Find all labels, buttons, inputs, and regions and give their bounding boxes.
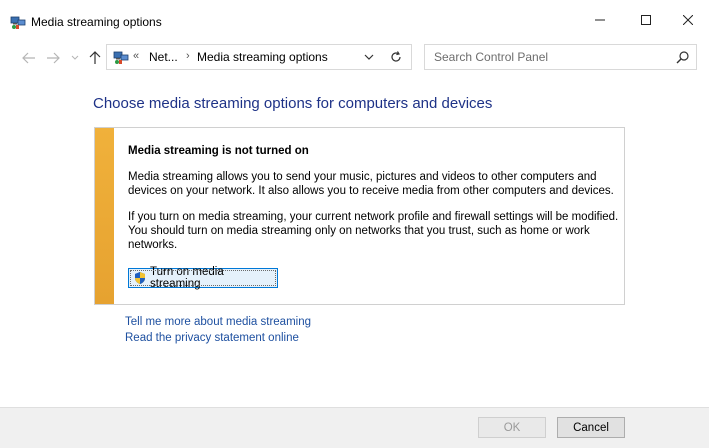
minimize-icon — [595, 19, 605, 21]
link-learn-more[interactable]: Tell me more about media streaming — [125, 316, 311, 328]
breadcrumb-current[interactable]: Media streaming options — [197, 50, 328, 64]
maximize-button[interactable] — [623, 0, 669, 40]
back-button[interactable] — [22, 51, 36, 65]
recent-locations-button[interactable] — [68, 51, 82, 65]
uac-shield-icon — [133, 271, 147, 285]
panel-title: Media streaming is not turned on — [128, 145, 309, 157]
turn-on-label: Turn on media streaming — [150, 266, 224, 290]
breadcrumb-overflow[interactable]: « — [133, 50, 139, 62]
search-icon[interactable] — [676, 50, 690, 64]
close-button[interactable] — [665, 0, 709, 40]
warning-stripe — [95, 128, 114, 304]
refresh-icon — [391, 51, 401, 62]
network-media-icon — [113, 49, 129, 65]
search-placeholder: Search Control Panel — [434, 50, 549, 64]
link-privacy-statement[interactable]: Read the privacy statement online — [125, 332, 299, 344]
window-title: Media streaming options — [31, 15, 162, 29]
address-bar[interactable]: « Net... › Media streaming options — [106, 44, 412, 70]
up-arrow-icon — [89, 51, 101, 64]
navigation-bar: « Net... › Media streaming options Searc… — [0, 40, 709, 76]
chevron-down-icon — [364, 54, 374, 60]
search-input[interactable]: Search Control Panel — [424, 44, 697, 70]
panel-warning-text: If you turn on media streaming, your cur… — [128, 211, 619, 251]
back-arrow-icon — [22, 52, 35, 64]
refresh-button[interactable] — [389, 50, 405, 66]
dialog-footer: OK Cancel — [0, 407, 709, 448]
address-dropdown-button[interactable] — [363, 51, 377, 65]
turn-on-media-streaming-button[interactable]: Turn on media streaming — [128, 266, 278, 290]
network-media-icon — [10, 14, 26, 30]
breadcrumb-network[interactable]: Net... — [149, 50, 178, 64]
title-bar: Media streaming options — [0, 0, 709, 40]
up-button[interactable] — [88, 51, 102, 65]
minimize-button[interactable] — [577, 0, 623, 40]
status-panel: Media streaming is not turned on Media s… — [94, 127, 625, 305]
chevron-down-icon — [71, 55, 79, 60]
ok-button[interactable]: OK — [478, 417, 546, 438]
maximize-icon — [641, 15, 651, 25]
page-title: Choose media streaming options for compu… — [93, 95, 493, 112]
breadcrumb-separator[interactable]: › — [186, 50, 190, 62]
forward-arrow-icon — [47, 52, 60, 64]
cancel-button[interactable]: Cancel — [557, 417, 625, 438]
forward-button[interactable] — [46, 51, 60, 65]
close-icon — [683, 15, 693, 25]
panel-description: Media streaming allows you to send your … — [128, 171, 614, 197]
